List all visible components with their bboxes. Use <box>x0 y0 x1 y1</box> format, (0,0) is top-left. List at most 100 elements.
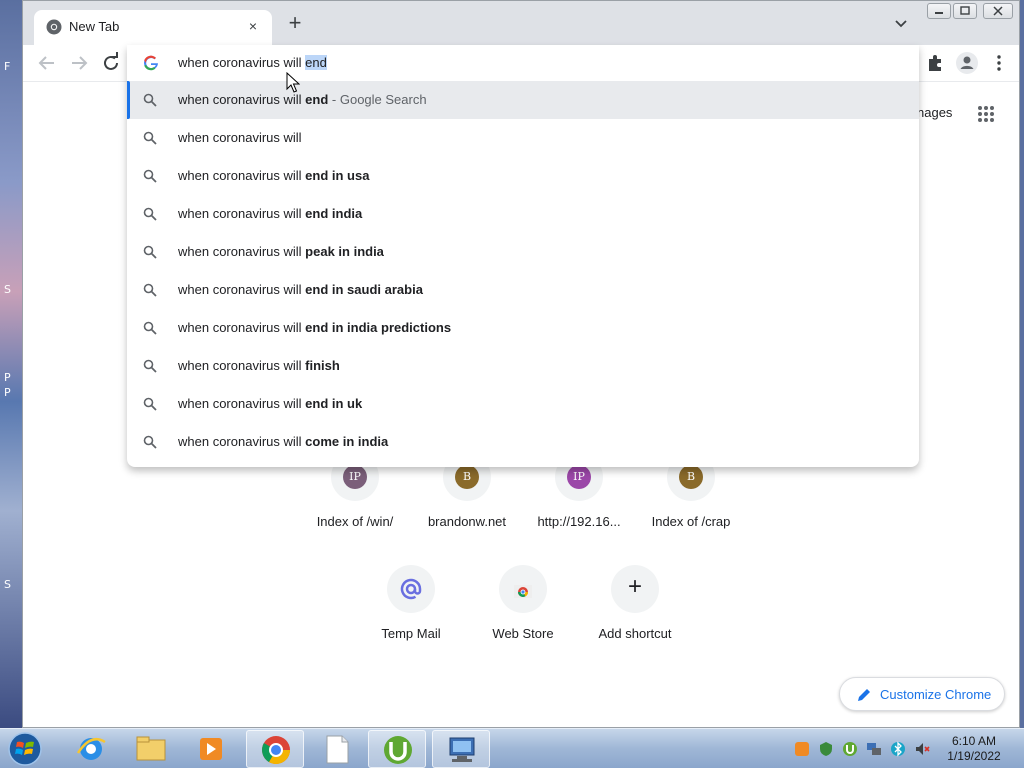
shortcut-tile-temp-mail[interactable]: Temp Mail <box>355 565 467 641</box>
omnibox-typed-text: when coronavirus will <box>178 55 306 70</box>
taskbar-utorrent-button[interactable] <box>368 730 426 768</box>
tray-app-icon[interactable] <box>794 741 810 757</box>
suggestion-item[interactable]: when coronavirus will end in saudi arabi… <box>127 271 919 309</box>
google-g-icon <box>144 55 158 71</box>
clock-time: 6:10 AM <box>951 734 997 748</box>
new-tab-button[interactable]: + <box>285 12 305 34</box>
chrome-icon <box>46 19 62 35</box>
search-icon <box>143 321 157 335</box>
shortcut-icon-circle <box>499 565 547 613</box>
tray-utorrent-icon[interactable] <box>842 741 858 757</box>
suggestion-text: when coronavirus will peak in india <box>178 244 384 259</box>
network-computer-icon <box>449 737 475 762</box>
tab-title: New Tab <box>69 19 120 34</box>
search-icon <box>143 131 157 145</box>
document-icon[interactable] <box>308 730 366 768</box>
search-icon <box>143 207 157 221</box>
suggestion-text: when coronavirus will end in uk <box>178 396 363 411</box>
maximize-button[interactable] <box>953 3 977 19</box>
minimize-button[interactable] <box>927 3 951 19</box>
shortcut-tile-web-store[interactable]: Web Store <box>467 565 579 641</box>
tab-strip: New Tab × + <box>23 1 1019 45</box>
customize-chrome-button[interactable]: Customize Chrome <box>839 677 1005 711</box>
images-link[interactable]: nages <box>917 105 952 120</box>
desktop-icon-label[interactable]: P <box>4 371 11 384</box>
speaker-muted-icon[interactable] <box>914 741 930 757</box>
omnibox-selected-text: end <box>305 55 327 70</box>
plus-icon: + <box>627 573 642 600</box>
tray-security-icon[interactable] <box>818 741 834 757</box>
profile-avatar-icon[interactable] <box>955 51 979 75</box>
suggestion-item[interactable]: when coronavirus will end - Google Searc… <box>127 81 919 119</box>
omnibox-dropdown: when coronavirus will end when coronavir… <box>127 45 919 467</box>
suggestion-item[interactable]: when coronavirus will end in uk <box>127 385 919 423</box>
reload-icon[interactable] <box>99 51 123 75</box>
browser-window: New Tab × + nages IP Index of /win/ B br… <box>22 0 1020 728</box>
desktop-wallpaper-edge <box>1020 0 1024 730</box>
close-window-button[interactable] <box>983 3 1013 19</box>
search-icon <box>143 93 157 107</box>
desktop-icon-label[interactable]: F <box>4 60 10 73</box>
shortcut-label: Index of /win/ <box>316 514 394 529</box>
desktop-icon-label[interactable]: S <box>4 578 11 591</box>
desktop-icon-label[interactable]: P <box>4 386 11 399</box>
address-bar[interactable]: when coronavirus will end <box>127 45 919 81</box>
search-icon <box>143 435 157 449</box>
suggestion-item[interactable]: when coronavirus will end in usa <box>127 157 919 195</box>
forward-icon[interactable] <box>67 51 91 75</box>
omnibox-input[interactable]: when coronavirus will end <box>178 55 327 70</box>
suggestion-text: when coronavirus will <box>178 130 302 145</box>
site-badge-icon: B <box>679 465 703 489</box>
shortcut-label: Web Store <box>492 626 554 641</box>
suggestion-text: when coronavirus will finish <box>178 358 340 373</box>
suggestion-item[interactable]: when coronavirus will end in india predi… <box>127 309 919 347</box>
tab-new-tab[interactable]: New Tab × <box>34 10 272 45</box>
extensions-icon[interactable] <box>923 51 947 75</box>
add-shortcut-button[interactable]: + Add shortcut <box>579 565 691 641</box>
start-button-icon[interactable] <box>6 731 44 767</box>
suggestion-item[interactable]: when coronavirus will peak in india <box>127 233 919 271</box>
search-icon <box>143 169 157 183</box>
shortcut-icon-circle <box>387 565 435 613</box>
suggestion-item[interactable]: when coronavirus will come in india <box>127 423 919 461</box>
tray-network-icon[interactable] <box>866 741 882 757</box>
shortcut-icon-circle: + <box>611 565 659 613</box>
customize-label: Customize Chrome <box>880 687 992 702</box>
suggestion-text: when coronavirus will end - Google Searc… <box>178 92 427 107</box>
file-explorer-icon[interactable] <box>122 730 180 768</box>
internet-explorer-icon[interactable] <box>62 730 120 768</box>
shortcut-label: Temp Mail <box>381 626 441 641</box>
shortcut-label: Add shortcut <box>598 626 672 641</box>
search-icon <box>143 283 157 297</box>
utorrent-icon <box>384 736 412 764</box>
chrome-icon <box>262 736 290 764</box>
tray-bluetooth-icon[interactable] <box>890 741 906 757</box>
search-icon <box>143 359 157 373</box>
suggestion-text: when coronavirus will end in india predi… <box>178 320 452 335</box>
tab-close-icon[interactable]: × <box>244 17 262 35</box>
shortcut-label: http://192.16... <box>537 514 621 529</box>
chevron-down-icon[interactable] <box>893 15 909 31</box>
back-icon[interactable] <box>35 51 59 75</box>
taskbar-chrome-button[interactable] <box>246 730 304 768</box>
shortcut-label: brandonw.net <box>427 514 507 529</box>
suggestion-item[interactable]: when coronavirus will <box>127 119 919 157</box>
taskbar: 6:10 AM 1/19/2022 <box>0 728 1024 768</box>
shortcut-label: Index of /crap <box>651 514 731 529</box>
taskbar-network-button[interactable] <box>432 730 490 768</box>
site-badge-icon: IP <box>343 465 367 489</box>
taskbar-clock[interactable]: 6:10 AM 1/19/2022 <box>942 734 1006 764</box>
apps-grid-icon[interactable] <box>977 105 995 123</box>
mouse-cursor-icon <box>286 72 300 93</box>
desktop-wallpaper: F S P P S <box>0 0 22 730</box>
pencil-icon <box>858 689 870 701</box>
media-player-icon[interactable] <box>182 730 240 768</box>
desktop-icon-label[interactable]: S <box>4 283 11 296</box>
suggestion-item[interactable]: when coronavirus will end india <box>127 195 919 233</box>
menu-dots-icon[interactable] <box>987 51 1011 75</box>
at-icon <box>400 578 422 600</box>
suggestion-text: when coronavirus will end in usa <box>178 168 370 183</box>
suggestion-item[interactable]: when coronavirus will finish <box>127 347 919 385</box>
clock-date: 1/19/2022 <box>947 749 1001 763</box>
search-icon <box>143 245 157 259</box>
